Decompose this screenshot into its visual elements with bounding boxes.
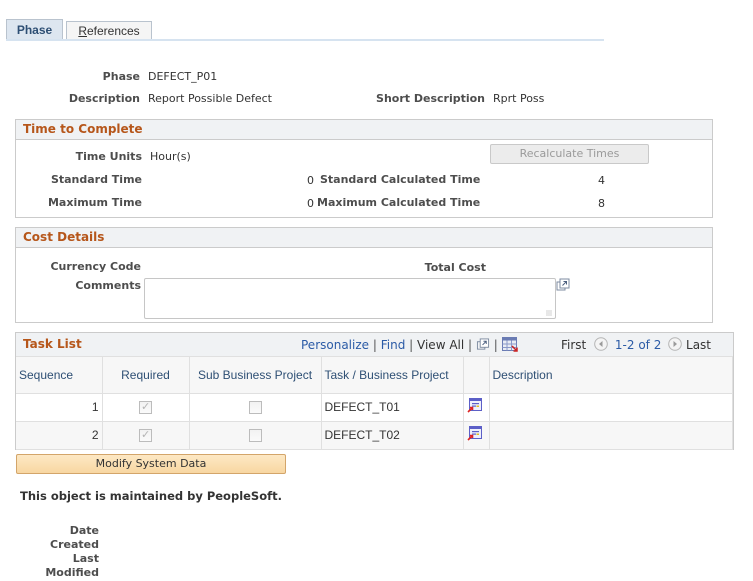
- detail-cell: [463, 393, 490, 422]
- column-header-task-business-project[interactable]: Task / Business Project: [321, 357, 464, 394]
- separator: |: [372, 338, 377, 352]
- task-cell: DEFECT_T01: [321, 393, 464, 422]
- standard-calculated-time-label: Standard Calculated Time: [320, 173, 481, 186]
- comments-label: Comments: [75, 279, 141, 292]
- date-created-label-line2: Created: [50, 538, 99, 551]
- page-range: 1-2 of 2: [614, 338, 662, 352]
- task-list-title: Task List: [23, 337, 82, 351]
- time-units-value: Hour(s): [150, 150, 191, 163]
- table-row: 1 DEFECT_T01: [16, 393, 733, 422]
- tab-phase[interactable]: Phase: [6, 19, 63, 40]
- maximum-calculated-time-value: 8: [598, 197, 605, 210]
- maximum-time-label: Maximum Time: [47, 196, 142, 209]
- time-units-label: Time Units: [75, 150, 142, 163]
- description-cell: [489, 421, 733, 450]
- phase-value: DEFECT_P01: [148, 70, 218, 83]
- required-cell: [102, 421, 190, 450]
- resize-grip-icon[interactable]: [546, 310, 552, 316]
- standard-time-value: 0: [307, 174, 314, 187]
- grid-pagination: First 1-2 of 2 Last: [561, 337, 711, 352]
- detail-cell: [463, 421, 490, 450]
- column-header-detail: [463, 357, 490, 394]
- short-description-value: Rprt Poss: [493, 92, 545, 105]
- last-modified-label: Last Modified: [45, 552, 99, 580]
- next-page-icon[interactable]: [668, 337, 682, 351]
- personalize-link[interactable]: Personalize: [301, 338, 369, 352]
- separator: |: [468, 338, 473, 352]
- short-description-label: Short Description: [376, 92, 485, 105]
- description-label: Description: [68, 92, 140, 105]
- tab-references-label: eferences: [86, 24, 140, 38]
- sub-business-project-cell: [189, 393, 322, 422]
- previous-page-icon[interactable]: [594, 337, 608, 351]
- task-cell: DEFECT_T02: [321, 421, 464, 450]
- last-link[interactable]: Last: [686, 338, 711, 352]
- currency-code-label: Currency Code: [50, 260, 141, 273]
- last-modified-label-line2: Modified: [45, 566, 99, 579]
- comments-textarea[interactable]: [144, 278, 556, 319]
- last-modified-label-line1: Last: [72, 552, 99, 565]
- tab-references[interactable]: References: [66, 21, 152, 40]
- tab-references-accesskey: R: [78, 24, 87, 38]
- description-value: Report Possible Defect: [148, 92, 272, 105]
- first-link[interactable]: First: [561, 338, 586, 352]
- task-list-header: Task List Personalize | Find | View All …: [16, 333, 733, 357]
- table-header-row: Sequence Required Sub Business Project T…: [16, 357, 733, 394]
- required-checkbox: [139, 428, 152, 443]
- standard-calculated-time-value: 4: [598, 174, 605, 187]
- column-header-description[interactable]: Description: [489, 357, 733, 394]
- modify-system-data-button[interactable]: Modify System Data: [16, 454, 286, 474]
- task-list-table: Sequence Required Sub Business Project T…: [16, 357, 733, 450]
- task-list-grid: Task List Personalize | Find | View All …: [15, 332, 734, 450]
- task-detail-icon[interactable]: [466, 426, 482, 441]
- task-detail-icon[interactable]: [466, 398, 482, 413]
- separator: |: [409, 338, 414, 352]
- date-created-label: Date Created: [50, 524, 99, 552]
- date-created-label-line1: Date: [69, 524, 99, 537]
- required-checkbox: [139, 400, 152, 415]
- sequence-cell: 1: [16, 393, 103, 422]
- new-window-icon[interactable]: [476, 338, 490, 351]
- recalculate-times-button[interactable]: Recalculate Times: [490, 144, 649, 164]
- grid-toolbar: Personalize | Find | View All | |: [301, 337, 518, 352]
- description-cell: [489, 393, 733, 422]
- tab-underline: [6, 39, 604, 41]
- maintained-note: This object is maintained by PeopleSoft.: [20, 489, 282, 503]
- column-header-required[interactable]: Required: [102, 357, 190, 394]
- sub-business-project-checkbox[interactable]: [248, 429, 262, 443]
- table-row: 2 DEFECT_T02: [16, 421, 733, 450]
- sub-business-project-cell: [189, 421, 322, 450]
- find-link[interactable]: Find: [381, 338, 406, 352]
- required-cell: [102, 393, 190, 422]
- maximum-time-value: 0: [307, 197, 314, 210]
- time-to-complete-title: Time to Complete: [16, 120, 712, 140]
- sequence-cell: 2: [16, 421, 103, 450]
- separator: |: [493, 338, 498, 352]
- standard-time-label: Standard Time: [50, 173, 142, 186]
- maximum-calculated-time-label: Maximum Calculated Time: [317, 196, 481, 209]
- view-all-link[interactable]: View All: [417, 338, 464, 352]
- total-cost-label: Total Cost: [424, 261, 486, 274]
- sub-business-project-checkbox[interactable]: [248, 401, 262, 415]
- download-to-excel-icon[interactable]: [501, 337, 518, 352]
- expand-comments-icon[interactable]: [556, 278, 570, 292]
- cost-details-title: Cost Details: [16, 228, 712, 248]
- phase-label: Phase: [102, 70, 140, 83]
- column-header-sub-business-project[interactable]: Sub Business Project: [189, 357, 322, 394]
- column-header-sequence[interactable]: Sequence: [16, 357, 103, 394]
